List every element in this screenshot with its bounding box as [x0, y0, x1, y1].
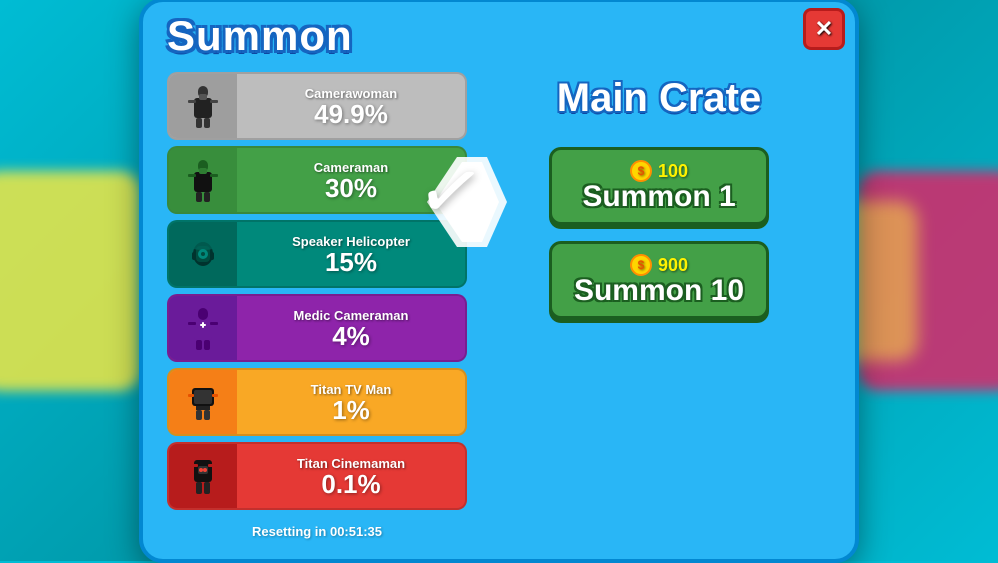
item-pct: 1% — [332, 397, 370, 423]
item-info-titan-tv-man: Titan TV Man 1% — [237, 378, 465, 427]
summon-modal: Summon ✕ Camerawoman — [139, 0, 859, 563]
items-panel: Camerawoman 49.9% — [167, 72, 467, 539]
bg-decoration-left — [0, 171, 140, 391]
coin-icon: $ — [630, 254, 652, 276]
item-icon-medic-cameraman — [169, 294, 237, 362]
summon-10-cost: $ 900 — [630, 254, 688, 276]
summon-1-label: Summon 1 — [582, 182, 735, 212]
item-icon-titan-cinemaman — [169, 442, 237, 510]
modal-body: Camerawoman 49.9% — [167, 72, 831, 539]
crate-title: Main Crate — [557, 76, 762, 121]
right-panel: Main Crate ✓ $ 100 Su — [487, 72, 831, 539]
item-row: Titan TV Man 1% — [167, 368, 467, 436]
item-icon-speaker-helicopter — [169, 220, 237, 288]
item-row: Titan Cinemaman 0.1% — [167, 442, 467, 510]
item-pct: 49.9% — [314, 101, 388, 127]
item-icon-camerawoman — [169, 72, 237, 140]
modal-header: Summon ✕ — [167, 2, 831, 68]
item-row: Camerawoman 49.9% — [167, 72, 467, 140]
item-info-titan-cinemaman: Titan Cinemaman 0.1% — [237, 452, 465, 501]
coin-icon: $ — [630, 160, 652, 182]
item-icon-cameraman — [169, 146, 237, 214]
item-info-camerawoman: Camerawoman 49.9% — [237, 82, 465, 131]
item-icon-titan-tv-man — [169, 368, 237, 436]
summon-10-button[interactable]: $ 900 Summon 10 — [549, 241, 769, 319]
item-pct: 0.1% — [321, 471, 380, 497]
modal-title: Summon — [167, 12, 353, 60]
close-button[interactable]: ✕ — [803, 8, 845, 50]
summon-1-button[interactable]: $ 100 Summon 1 — [549, 147, 769, 225]
item-info-medic-cameraman: Medic Cameraman 4% — [237, 304, 465, 353]
item-pct: 4% — [332, 323, 370, 349]
item-row: Medic Cameraman 4% — [167, 294, 467, 362]
item-pct: 15% — [325, 249, 377, 275]
summon-10-label: Summon 10 — [574, 276, 744, 306]
reset-timer: Resetting in 00:51:35 — [167, 524, 467, 539]
summon-1-cost: $ 100 — [630, 160, 688, 182]
arrow-icon: ✓ — [411, 147, 491, 237]
item-pct: 30% — [325, 175, 377, 201]
